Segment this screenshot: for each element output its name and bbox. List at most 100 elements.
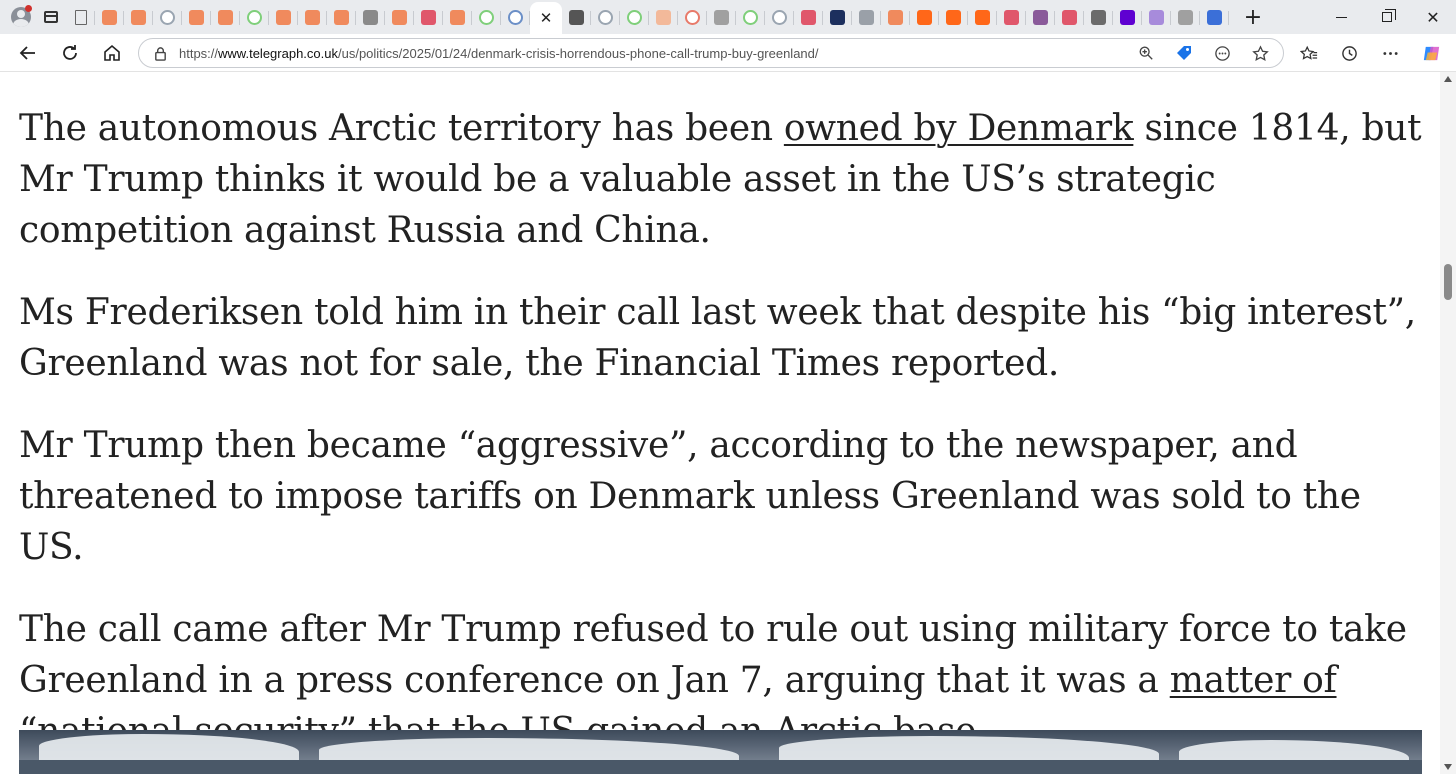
paragraph-1: The autonomous Arctic territory has been…: [19, 103, 1424, 256]
home-icon: [104, 44, 120, 61]
tab[interactable]: [1113, 3, 1142, 31]
favorites-icon[interactable]: [1288, 38, 1329, 68]
tab[interactable]: [678, 3, 707, 31]
tab-strip: ✕ + ✕: [0, 0, 1456, 34]
tab[interactable]: [182, 3, 211, 31]
tab[interactable]: [852, 3, 881, 31]
owned-by-denmark-link[interactable]: owned by Denmark: [784, 108, 1134, 149]
play-icon: [479, 9, 494, 25]
photo-icon: [1091, 9, 1106, 25]
scroll-thumb[interactable]: [1444, 263, 1452, 300]
new-tab-button[interactable]: +: [1237, 3, 1269, 31]
tab[interactable]: [1171, 3, 1200, 31]
reading-view-icon[interactable]: [1205, 39, 1239, 67]
close-icon[interactable]: ✕: [540, 9, 553, 27]
article-body: The autonomous Arctic territory has been…: [19, 103, 1424, 774]
url-text[interactable]: https://www.telegraph.co.uk/us/politics/…: [179, 46, 819, 61]
more-menu-icon[interactable]: [1370, 38, 1411, 68]
profile-avatar-icon[interactable]: [6, 2, 36, 32]
zoom-icon[interactable]: [1129, 39, 1163, 67]
tab[interactable]: [1200, 3, 1229, 31]
tab[interactable]: [1142, 3, 1171, 31]
back-button[interactable]: [10, 37, 46, 69]
substack-icon: [218, 9, 233, 25]
tab-active[interactable]: ✕: [530, 2, 562, 34]
substack-icon: [450, 9, 465, 25]
paragraph-2: Ms Frederiksen told him in their call la…: [19, 292, 1416, 384]
tab[interactable]: [124, 3, 153, 31]
tab[interactable]: [414, 3, 443, 31]
substack-icon: [131, 9, 146, 25]
tab[interactable]: [385, 3, 414, 31]
tab[interactable]: [968, 3, 997, 31]
substack-icon: [656, 9, 671, 25]
scroll-down-arrow-icon[interactable]: [1444, 764, 1452, 770]
tab[interactable]: [1084, 3, 1113, 31]
tab[interactable]: [794, 3, 823, 31]
tab[interactable]: [1026, 3, 1055, 31]
tab[interactable]: [649, 3, 678, 31]
tab[interactable]: [765, 3, 794, 31]
tab-list: ✕: [66, 0, 1229, 34]
tab[interactable]: [881, 3, 910, 31]
search-icon: [508, 9, 523, 25]
news-icon: [363, 9, 378, 25]
address-bar[interactable]: https://www.telegraph.co.uk/us/politics/…: [138, 38, 1284, 68]
tab[interactable]: [591, 3, 620, 31]
substack-icon: [189, 9, 204, 25]
tab[interactable]: [356, 3, 385, 31]
history-icon[interactable]: [1329, 38, 1370, 68]
tab[interactable]: [736, 3, 765, 31]
wiki-globe-icon: [772, 9, 787, 25]
play-icon: [247, 9, 262, 25]
tab[interactable]: [95, 3, 124, 31]
close-window-button[interactable]: ✕: [1410, 0, 1456, 34]
substack-icon: [305, 9, 320, 25]
wiki-globe-icon: [160, 9, 175, 25]
copilot-icon[interactable]: [1411, 38, 1452, 68]
tab[interactable]: [269, 3, 298, 31]
tab[interactable]: [910, 3, 939, 31]
url-prefix: https://: [179, 45, 219, 61]
tab-actions-icon[interactable]: [36, 2, 66, 32]
diamond-icon: [569, 9, 584, 25]
play-icon: [627, 9, 642, 25]
gp-icon: [859, 9, 874, 25]
home-button[interactable]: [94, 37, 130, 69]
play-icon: [743, 9, 758, 25]
tab[interactable]: [153, 3, 182, 31]
tab[interactable]: [472, 3, 501, 31]
tab[interactable]: [240, 3, 269, 31]
tab[interactable]: [327, 3, 356, 31]
tab[interactable]: [211, 3, 240, 31]
tab[interactable]: [823, 3, 852, 31]
maximize-button[interactable]: [1364, 0, 1410, 34]
tab[interactable]: [298, 3, 327, 31]
youtube-icon: [801, 9, 816, 25]
page-content: The autonomous Arctic territory has been…: [0, 72, 1440, 774]
tab[interactable]: [997, 3, 1026, 31]
reload-button[interactable]: [52, 37, 88, 69]
tab[interactable]: [620, 3, 649, 31]
tab[interactable]: [707, 3, 736, 31]
site-info-icon[interactable]: [145, 38, 175, 68]
minimize-button[interactable]: [1318, 0, 1364, 34]
tab[interactable]: [1055, 3, 1084, 31]
substack-icon: [975, 9, 990, 25]
favorite-star-icon[interactable]: [1243, 39, 1277, 67]
e-icon: [685, 9, 700, 25]
coupon-tag-icon[interactable]: [1167, 39, 1201, 67]
tab[interactable]: [939, 3, 968, 31]
scroll-up-arrow-icon[interactable]: [1444, 76, 1452, 82]
toolbar: https://www.telegraph.co.uk/us/politics/…: [0, 34, 1456, 72]
wiki-globe-icon: [598, 9, 613, 25]
tab[interactable]: [562, 3, 591, 31]
page-scrollbar[interactable]: [1440, 72, 1456, 774]
substack-icon: [946, 9, 961, 25]
paragraph-3: Mr Trump then became “aggressive”, accor…: [19, 425, 1361, 568]
tab[interactable]: [501, 3, 530, 31]
tab[interactable]: [443, 3, 472, 31]
tab[interactable]: [66, 3, 95, 31]
substack-icon: [276, 9, 291, 25]
youtube-icon: [421, 9, 436, 25]
